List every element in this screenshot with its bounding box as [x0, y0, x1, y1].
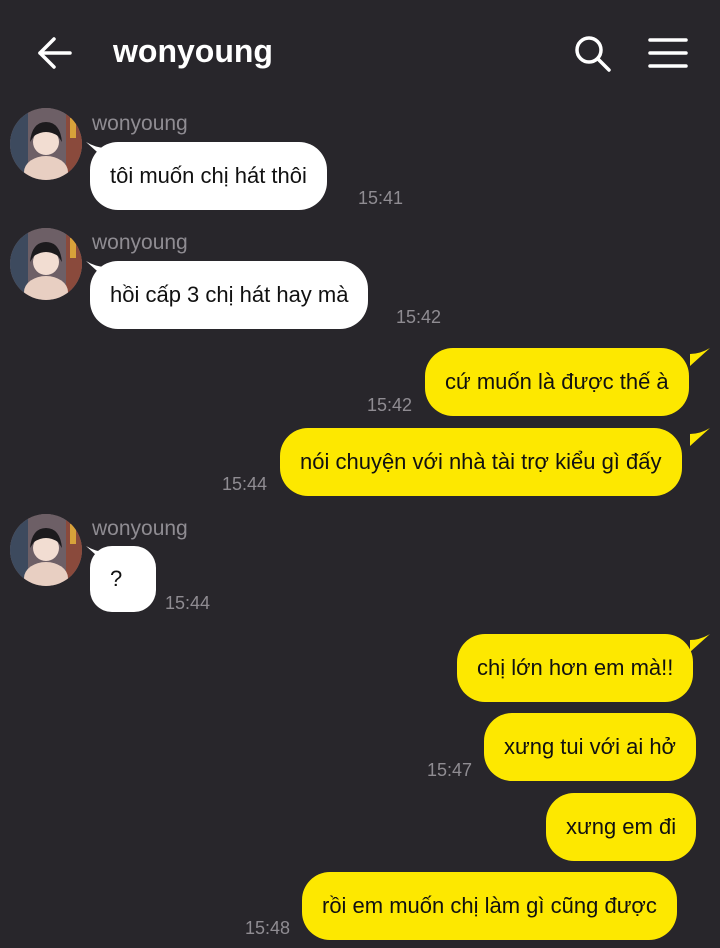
outgoing-message-bubble[interactable]: cứ muốn là được thế à — [425, 348, 689, 416]
bubble-tail — [690, 348, 710, 366]
outgoing-message-bubble[interactable]: rồi em muốn chị làm gì cũng được — [302, 872, 677, 940]
chat-title: wonyoung — [113, 33, 273, 69]
sender-name: wonyoung — [92, 112, 188, 135]
message-timestamp: 15:44 — [165, 593, 211, 613]
message-timestamp: 15:47 — [427, 760, 473, 780]
message-timestamp: 15:44 — [222, 474, 268, 494]
outgoing-message-bubble[interactable]: xưng em đi — [546, 793, 697, 861]
message-timestamp: 15:42 — [396, 307, 442, 327]
incoming-message-bubble[interactable]: ? — [90, 546, 156, 612]
chat-header: wonyoung — [0, 0, 720, 104]
outgoing-message-bubble[interactable]: xưng tui với ai hở — [484, 713, 696, 781]
message-timestamp: 15:48 — [245, 918, 291, 938]
message-timestamp: 15:41 — [358, 188, 404, 208]
avatar[interactable] — [10, 228, 82, 300]
sender-name: wonyoung — [92, 517, 188, 540]
profile-photo-icon — [10, 108, 82, 180]
outgoing-message-bubble[interactable]: chị lớn hơn em mà!! — [457, 634, 694, 702]
hamburger-menu-icon — [648, 38, 688, 68]
avatar[interactable] — [10, 514, 82, 586]
incoming-message-bubble[interactable]: tôi muốn chị hát thôi — [90, 142, 327, 210]
search-button[interactable] — [571, 32, 615, 76]
message-timestamp: 15:42 — [367, 395, 413, 415]
bubble-tail — [690, 428, 710, 446]
arrow-left-icon — [38, 37, 72, 69]
avatar[interactable] — [10, 108, 82, 180]
menu-button[interactable] — [646, 34, 690, 74]
incoming-message-bubble[interactable]: hồi cấp 3 chị hát hay mà — [90, 261, 369, 329]
sender-name: wonyoung — [92, 231, 188, 254]
back-button[interactable] — [30, 30, 78, 76]
bubble-tail — [690, 634, 710, 652]
profile-photo-icon — [10, 514, 82, 586]
outgoing-message-bubble[interactable]: nói chuyện với nhà tài trợ kiểu gì đấy — [280, 428, 682, 496]
profile-photo-icon — [10, 228, 82, 300]
search-icon — [575, 36, 611, 72]
chat-screen: wonyoung wonyoung tôi muốn chị hát thôi … — [0, 0, 720, 948]
